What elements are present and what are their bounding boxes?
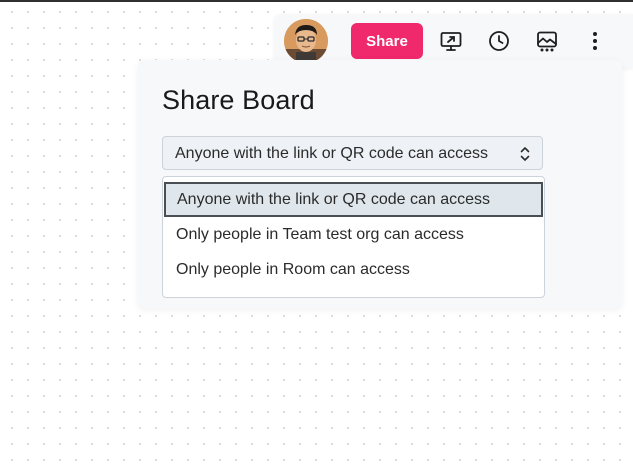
access-level-select[interactable]: Anyone with the link or QR code can acce… bbox=[162, 136, 543, 170]
user-avatar[interactable] bbox=[284, 19, 328, 63]
access-level-dropdown: Anyone with the link or QR code can acce… bbox=[162, 176, 545, 298]
image-gallery-icon[interactable] bbox=[534, 28, 560, 54]
present-screen-icon[interactable] bbox=[438, 28, 464, 54]
share-button[interactable]: Share bbox=[351, 23, 423, 59]
top-border bbox=[0, 0, 633, 2]
panel-title: Share Board bbox=[162, 85, 315, 115]
dropdown-option-room[interactable]: Only people in Room can access bbox=[164, 252, 543, 287]
share-board-panel: Share Board Anyone with the link or QR c… bbox=[138, 60, 622, 308]
history-clock-icon[interactable] bbox=[486, 28, 512, 54]
select-current-value: Anyone with the link or QR code can acce… bbox=[175, 145, 489, 162]
dropdown-option-team-org[interactable]: Only people in Team test org can access bbox=[164, 217, 543, 252]
chevron-up-down-icon bbox=[518, 145, 532, 163]
more-vertical-icon[interactable] bbox=[582, 28, 608, 54]
dropdown-option-anyone-with-link[interactable]: Anyone with the link or QR code can acce… bbox=[164, 182, 543, 217]
